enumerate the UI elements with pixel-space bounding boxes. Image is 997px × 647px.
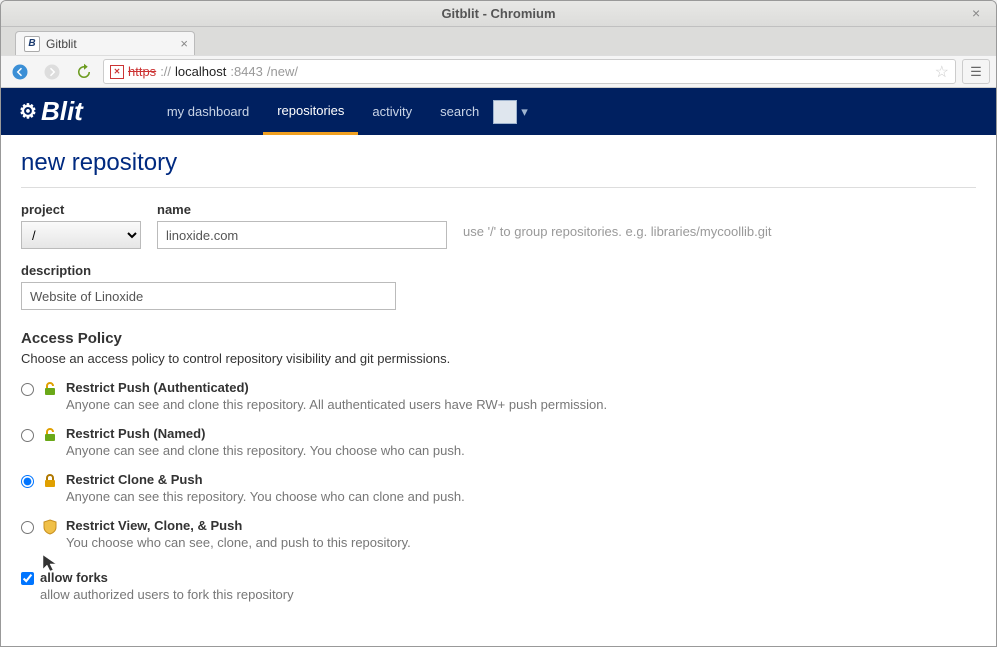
url-protocol: https xyxy=(128,64,156,79)
lock-closed-gold-icon xyxy=(42,473,58,489)
shield-gold-icon xyxy=(42,519,58,535)
lock-open-green-icon xyxy=(42,427,58,443)
description-input[interactable] xyxy=(21,282,396,310)
allow-forks-label: allow forks xyxy=(40,570,294,585)
nav-dashboard[interactable]: my dashboard xyxy=(153,88,263,135)
window-close-button[interactable]: × xyxy=(972,5,988,21)
url-port: :8443 xyxy=(230,64,263,79)
tab-close-icon[interactable]: × xyxy=(180,36,188,51)
access-policy-title: Access Policy xyxy=(21,330,976,347)
browser-tab[interactable]: B Gitblit × xyxy=(15,31,195,55)
window-title: Gitblit - Chromium xyxy=(441,6,555,21)
browser-tabstrip: B Gitblit × xyxy=(1,27,996,55)
main-nav: my dashboard repositories activity searc… xyxy=(153,88,493,135)
policy-radio-view-clone-push[interactable] xyxy=(21,521,34,534)
nav-activity[interactable]: activity xyxy=(358,88,426,135)
chevron-down-icon: ▾ xyxy=(521,104,528,120)
user-menu[interactable]: ▾ xyxy=(493,100,528,124)
name-label: name xyxy=(157,202,447,217)
policy-radio-clone-push[interactable] xyxy=(21,475,34,488)
bookmark-star-icon[interactable]: ☆ xyxy=(935,62,949,82)
logo-gear-icon: ⚙ xyxy=(19,99,37,124)
app-header: ⚙Blit my dashboard repositories activity… xyxy=(1,88,996,135)
insecure-https-icon: ✕ xyxy=(110,65,124,79)
policy-label: Restrict Clone & Push xyxy=(66,472,465,487)
project-select[interactable]: / xyxy=(21,221,141,249)
nav-reload-button[interactable] xyxy=(71,59,97,85)
name-input[interactable] xyxy=(157,221,447,249)
policy-desc: Anyone can see and clone this repository… xyxy=(66,443,465,458)
policy-label: Restrict Push (Authenticated) xyxy=(66,380,607,395)
page-body: new repository project / name use '/' to… xyxy=(1,135,996,642)
project-label: project xyxy=(21,202,141,217)
app-logo[interactable]: ⚙Blit xyxy=(19,96,83,127)
tab-favicon-icon: B xyxy=(24,36,40,52)
nav-forward-button[interactable] xyxy=(39,59,65,85)
url-host: localhost xyxy=(175,64,226,79)
allow-forks-checkbox[interactable] xyxy=(21,572,34,585)
nav-repositories[interactable]: repositories xyxy=(263,88,358,135)
logo-text: Blit xyxy=(41,96,83,127)
name-hint: use '/' to group repositories. e.g. libr… xyxy=(463,224,771,239)
page-title: new repository xyxy=(21,149,976,177)
policy-label: Restrict View, Clone, & Push xyxy=(66,518,411,533)
policy-desc: You choose who can see, clone, and push … xyxy=(66,535,411,550)
policy-label: Restrict Push (Named) xyxy=(66,426,465,441)
lock-open-green-icon xyxy=(42,381,58,397)
avatar-icon xyxy=(493,100,517,124)
description-label: description xyxy=(21,263,976,278)
nav-back-button[interactable] xyxy=(7,59,33,85)
url-path: /new/ xyxy=(267,64,298,79)
policy-desc: Anyone can see this repository. You choo… xyxy=(66,489,465,504)
policy-desc: Anyone can see and clone this repository… xyxy=(66,397,607,412)
access-policy-subtitle: Choose an access policy to control repos… xyxy=(21,351,976,366)
divider xyxy=(21,187,976,188)
browser-menu-button[interactable]: ☰ xyxy=(962,59,990,84)
browser-toolbar: ✕ https://localhost:8443/new/ ☆ ☰ xyxy=(1,55,996,88)
window-titlebar: Gitblit - Chromium × xyxy=(1,1,996,27)
page-viewport[interactable]: ⚙Blit my dashboard repositories activity… xyxy=(1,88,996,646)
nav-search[interactable]: search xyxy=(426,88,493,135)
address-bar[interactable]: ✕ https://localhost:8443/new/ ☆ xyxy=(103,59,956,84)
policy-radio-push-auth[interactable] xyxy=(21,383,34,396)
tab-label: Gitblit xyxy=(46,37,77,51)
policy-radio-push-named[interactable] xyxy=(21,429,34,442)
allow-forks-desc: allow authorized users to fork this repo… xyxy=(40,587,294,602)
